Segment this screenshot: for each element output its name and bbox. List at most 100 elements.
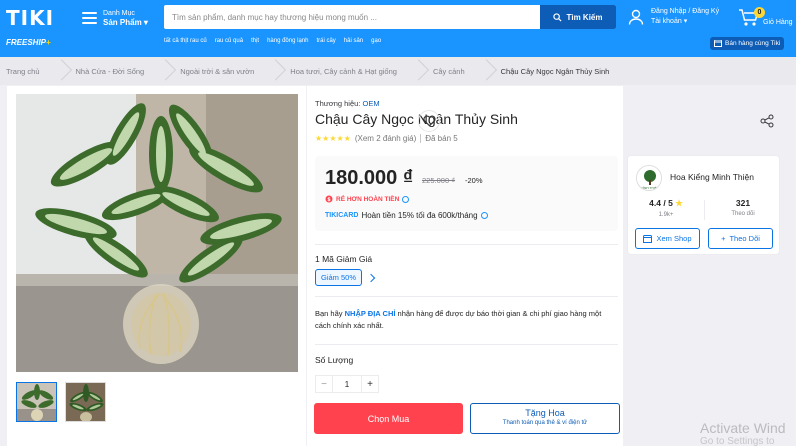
quantity-stepper: − 1 + <box>315 375 379 393</box>
breadcrumb-item[interactable]: Trang chủ <box>6 57 76 85</box>
divider <box>315 344 618 345</box>
breadcrumb-separator <box>411 57 421 85</box>
info-icon[interactable] <box>480 212 488 219</box>
menu-label-bottom: Sản Phẩm <box>103 18 142 27</box>
refund-label: RẺ HƠN HOÀN TIỀN <box>336 195 400 203</box>
category-menu[interactable]: Danh Mục Sản Phẩm ▾ <box>82 9 148 27</box>
tikicard-offer: TIKICARD Hoàn tiền 15% tối đa 600k/tháng <box>325 211 488 220</box>
search-icon <box>553 12 562 22</box>
quantity-input[interactable]: 1 <box>333 375 361 393</box>
shipping-note: Bạn hãy NHẬP ĐỊA CHỈ nhận hàng để được d… <box>315 308 615 332</box>
user-icon <box>628 9 644 25</box>
breadcrumb-item[interactable]: Nhà Cửa - Đời Sống <box>76 57 181 85</box>
breadcrumb-label: Cây cảnh <box>432 66 465 76</box>
brand-label: Thương hiệu: <box>315 99 361 108</box>
account-menu[interactable]: Đăng Nhập / Đăng Ký Tài khoản ▾ <box>627 7 719 27</box>
tiki-logo[interactable]: TIKI <box>6 6 54 30</box>
seller-followers: 321 Theo dõi <box>705 198 781 220</box>
follow-button[interactable]: + Theo Dõi <box>708 228 773 249</box>
header: TIKI FREESHIP+ Danh Mục Sản Phẩm ▾ Tìm K… <box>0 0 796 57</box>
chevron-down-icon: ▾ <box>683 18 688 25</box>
breadcrumb-label: Chậu Cây Ngọc Ngân Thủy Sinh <box>500 66 610 76</box>
account-login-label: Đăng Nhập / Đăng Ký <box>651 8 720 15</box>
rating-row: ★★★★★ (Xem 2 đánh giá) Đã bán 5 <box>315 134 458 143</box>
quantity-decrease-button[interactable]: − <box>315 375 333 393</box>
breadcrumb-item[interactable]: Ngoài trời & sân vườn <box>180 57 290 85</box>
gift-button[interactable]: Tặng Hoa Thanh toán qua thẻ & ví điện tử <box>470 403 620 434</box>
favorite-button[interactable] <box>418 110 440 132</box>
thumbnail-image[interactable] <box>65 382 106 422</box>
cart-count-badge: 0 <box>754 7 765 18</box>
heart-icon <box>422 115 436 127</box>
buy-button[interactable]: Chọn Mua <box>314 403 463 434</box>
hamburger-icon <box>82 12 97 24</box>
breadcrumb-label: Nhà Cửa - Đời Sống <box>75 66 145 76</box>
price-box: 180.000 ₫ 225.000 ₫ -20% $ RẺ HƠN HOÀN T… <box>315 156 618 231</box>
coupon-row[interactable]: Giảm 50% <box>315 269 376 286</box>
brand-link[interactable]: OEM <box>362 99 379 108</box>
follow-label: Theo Dõi <box>729 234 760 243</box>
discount-rate: -20% <box>465 176 483 185</box>
current-price: 180.000 ₫ <box>325 167 414 189</box>
breadcrumb-separator <box>54 57 64 85</box>
seller-card: VĨNH THIỆN Hoa Kiểng Minh Thiện 4.4 / 5 … <box>627 155 780 255</box>
gift-button-sublabel: Thanh toán qua thẻ & ví điện tử <box>502 420 588 426</box>
chevron-right-icon[interactable] <box>366 273 376 282</box>
seller-logo-text: VĨNH THIỆN <box>641 185 659 190</box>
seller-rating: 4.4 / 5 ★ 1.9k+ <box>628 198 704 220</box>
tikicard-logo: TIKICARD <box>325 212 359 219</box>
cart-button[interactable]: 0 Giỏ Hàng <box>738 6 794 30</box>
activate-windows-watermark-sub: Go to Settings to <box>700 436 775 446</box>
thumbnail-image[interactable] <box>16 382 57 422</box>
seller-name[interactable]: Hoa Kiểng Minh Thiện <box>670 172 754 182</box>
star-icon: ★ <box>675 198 683 208</box>
plus-icon: + <box>721 234 726 243</box>
product-title: Chậu Cây Ngọc Ngân Thủy Sinh <box>315 111 518 127</box>
sold-count: Đã bán 5 <box>425 134 458 143</box>
seller-stats: 4.4 / 5 ★ 1.9k+ 321 Theo dõi <box>628 198 781 220</box>
view-shop-button[interactable]: Xem Shop <box>635 228 700 249</box>
share-button[interactable] <box>756 110 778 132</box>
freeship-label: FREESHIP <box>6 38 47 47</box>
quantity-increase-button[interactable]: + <box>361 375 379 393</box>
shop-icon <box>643 234 653 243</box>
quantity-label: Số Lượng <box>315 355 354 365</box>
breadcrumb-separator <box>479 57 489 85</box>
cart-label: Giỏ Hàng <box>763 19 793 26</box>
freeship-plus: + <box>46 38 51 47</box>
search-button[interactable]: Tìm Kiếm <box>540 5 616 29</box>
sell-with-tiki-button[interactable]: Bán hàng cùng Tiki <box>710 37 785 50</box>
quick-links: tất cả thịt rau củ rau củ quả thịt hàng … <box>164 38 381 44</box>
seller-rating-value: 4.4 / 5 <box>649 198 673 208</box>
search-input[interactable] <box>164 5 540 29</box>
chevron-down-icon: ▾ <box>143 18 148 27</box>
divider <box>315 244 618 245</box>
breadcrumb-item[interactable]: Cây cảnh <box>433 57 501 85</box>
seller-logo[interactable]: VĨNH THIỆN <box>636 165 662 191</box>
quick-link[interactable]: gạo <box>371 38 381 44</box>
info-icon[interactable] <box>402 195 410 203</box>
account-label: Tài khoản <box>651 18 682 25</box>
shop-icon <box>714 40 722 47</box>
product-main-image[interactable] <box>16 94 298 372</box>
quick-link[interactable]: thịt <box>251 38 259 44</box>
breadcrumb-separator <box>268 57 278 85</box>
quick-link[interactable]: hàng đông lạnh <box>267 38 308 44</box>
quick-link[interactable]: hải sản <box>344 38 363 44</box>
coupon-tag[interactable]: Giảm 50% <box>315 269 363 286</box>
thumbnail-list <box>16 382 106 422</box>
menu-label-top: Danh Mục <box>103 10 135 17</box>
share-icon <box>760 114 774 128</box>
sell-with-tiki-label: Bán hàng cùng Tiki <box>725 40 781 47</box>
tikicard-text: Hoàn tiền 15% tối đa 600k/tháng <box>361 211 478 220</box>
divider <box>315 296 618 297</box>
breadcrumb-label: Hoa tươi, Cây cảnh & Hạt giống <box>290 66 397 76</box>
shipping-note-text: Bạn hãy <box>315 309 345 318</box>
breadcrumb-item[interactable]: Hoa tươi, Cây cảnh & Hạt giống <box>290 57 433 85</box>
quick-link[interactable]: rau củ quả <box>215 38 243 44</box>
quick-link[interactable]: tất cả thịt rau củ <box>164 38 207 44</box>
enter-address-link[interactable]: NHẬP ĐỊA CHỈ <box>345 309 396 318</box>
seller-followers-label: Theo dõi <box>731 211 755 217</box>
quick-link[interactable]: trái cây <box>316 38 335 44</box>
reviews-link[interactable]: (Xem 2 đánh giá) <box>355 134 416 143</box>
